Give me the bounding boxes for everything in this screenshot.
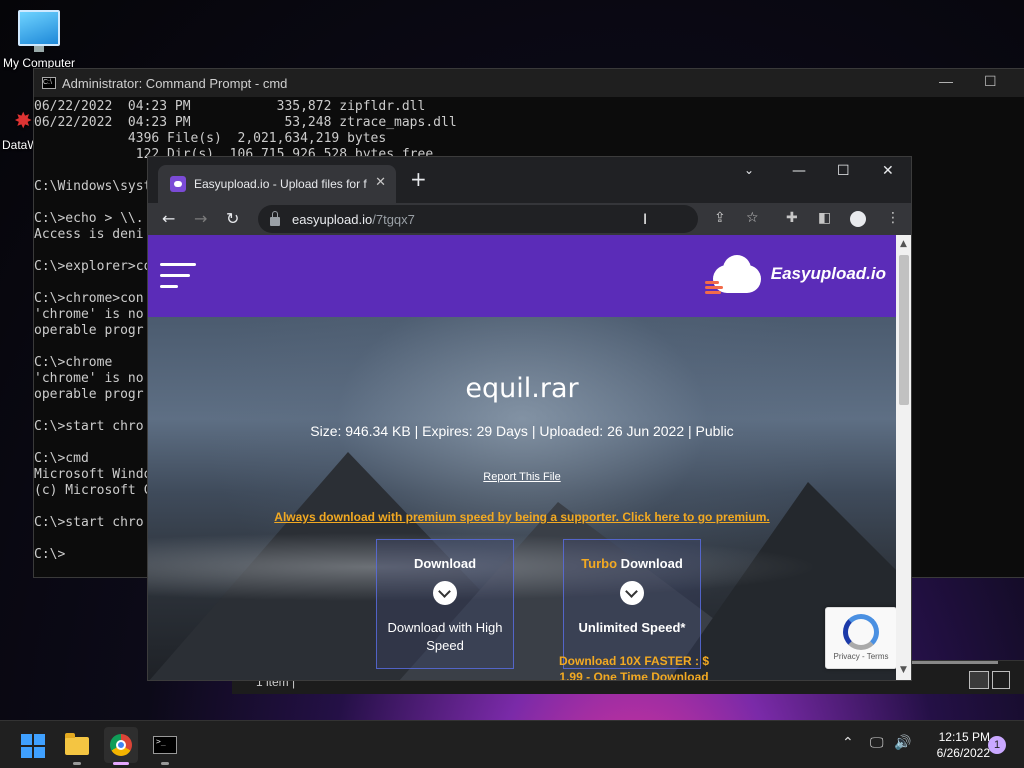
forward-icon[interactable]: → (194, 209, 207, 228)
reload-icon[interactable]: ↻ (226, 209, 239, 228)
running-indicator (73, 762, 81, 765)
chevron-down-icon (620, 581, 644, 605)
network-icon[interactable]: 🖵 (870, 735, 884, 751)
folder-icon (65, 733, 89, 755)
browser-toolbar: ← → ↻ easyupload.io/7tgqx7 I ⇪ ☆ ✚ ◧ ⋮ (148, 203, 911, 235)
chrome-taskbar-button[interactable] (104, 727, 138, 763)
chrome-icon (110, 734, 132, 756)
file-name: equil.rar (465, 373, 579, 404)
active-indicator (113, 762, 129, 765)
large-icons-view-icon[interactable] (992, 671, 1010, 689)
easyupload-favicon (170, 176, 186, 192)
extensions-icon[interactable]: ✚ (786, 210, 798, 226)
report-file-link[interactable]: Report This File (148, 471, 896, 483)
url-path: /7tgqx7 (372, 211, 415, 227)
close-icon[interactable]: ✕ (882, 163, 894, 179)
file-meta: Size: 946.34 KB | Expires: 29 Days | Upl… (310, 423, 734, 439)
recaptcha-icon (843, 614, 879, 650)
recaptcha-badge[interactable]: Privacy - Terms (825, 607, 896, 669)
back-icon[interactable]: ← (162, 209, 175, 228)
profile-icon[interactable] (850, 211, 866, 227)
chevron-down-icon (433, 581, 457, 605)
running-indicator (161, 762, 169, 765)
clock-time: 12:15 PM (938, 730, 990, 744)
computer-icon (18, 10, 60, 52)
my-computer-desktop-icon[interactable]: My Computer (2, 10, 76, 70)
file-explorer-taskbar-button[interactable] (61, 729, 93, 761)
tab-search-icon[interactable]: ⌄ (744, 163, 754, 177)
chrome-window[interactable]: Easyupload.io - Upload files for f ✕ + ⌄… (147, 156, 912, 681)
side-panel-icon[interactable]: ◧ (818, 210, 831, 226)
download-title: Download (413, 556, 477, 571)
bookmark-star-icon[interactable]: ☆ (746, 210, 759, 226)
chevron-up-icon[interactable]: ⌃ (842, 735, 854, 751)
logo-text: Easyupload.io (770, 264, 886, 283)
minimize-icon[interactable]: — (939, 73, 953, 89)
clock-date: 6/26/2022 (936, 746, 990, 760)
tab-title: Easyupload.io - Upload files for f (194, 177, 367, 191)
tab-close-icon[interactable]: ✕ (375, 174, 386, 190)
cmd-title-bar[interactable]: C:\ Administrator: Command Prompt - cmd … (34, 69, 1024, 97)
tab-strip: Easyupload.io - Upload files for f ✕ + ⌄… (148, 157, 911, 203)
recaptcha-links[interactable]: Privacy - Terms (826, 652, 896, 661)
cmd-window-title: Administrator: Command Prompt - cmd (62, 75, 288, 91)
menu-kebab-icon[interactable]: ⋮ (886, 210, 900, 226)
start-button[interactable] (16, 729, 48, 761)
hamburger-menu-icon[interactable] (160, 263, 196, 296)
windows-logo-icon (21, 734, 45, 758)
lock-icon (270, 210, 280, 226)
horizontal-scrollbar[interactable] (912, 661, 998, 664)
url-host: easyupload.io (292, 211, 373, 227)
download-hero: equil.rar Size: 946.34 KB | Expires: 29 … (148, 317, 896, 680)
notification-badge[interactable]: 1 (988, 736, 1006, 754)
details-view-icon[interactable] (969, 671, 989, 689)
address-bar[interactable]: easyupload.io/7tgqx7 (258, 205, 698, 233)
terminal-icon: C:\ (42, 77, 56, 89)
turbo-price-note[interactable]: Download 10X FASTER : $ 1.99 - One Time … (550, 653, 718, 680)
new-tab-icon[interactable]: + (410, 169, 427, 189)
terminal-icon: >_ (153, 736, 177, 754)
easyupload-logo[interactable]: Easyupload.io (703, 251, 886, 297)
system-clock[interactable]: 12:15 PM 6/26/2022 (918, 729, 990, 761)
taskbar: >_ ⌃ 🖵 🔊 12:15 PM 6/26/2022 1 (0, 720, 1024, 768)
turbo-title: Download (617, 556, 683, 571)
cmd-line: 4396 File(s) 2,021,634,219 bytes (34, 131, 387, 146)
turbo-subtitle: Unlimited Speed* (578, 620, 686, 635)
text-cursor-icon: I (643, 212, 648, 228)
turbo-download-button[interactable]: Turbo Download Unlimited Speed* (563, 539, 701, 669)
browser-tab[interactable]: Easyupload.io - Upload files for f ✕ (158, 165, 396, 203)
download-button[interactable]: Download Download with High Speed (376, 539, 514, 669)
cmd-line: 06/22/2022 04:23 PM 335,872 zipfldr.dll (34, 99, 426, 114)
terminal-taskbar-button[interactable]: >_ (149, 729, 181, 761)
page-scrollbar[interactable]: ▲ ▼ (896, 235, 911, 680)
minimize-icon[interactable]: — (792, 163, 806, 179)
scroll-up-icon[interactable]: ▲ (900, 239, 907, 249)
fog-overlay (148, 527, 896, 607)
go-premium-link[interactable]: Always download with premium speed by be… (148, 510, 896, 524)
cloud-logo-icon (703, 251, 765, 297)
turbo-accent: Turbo (581, 556, 618, 571)
scroll-down-icon[interactable]: ▼ (900, 665, 907, 675)
download-subtitle: Download with High Speed (387, 620, 503, 653)
maximize-icon[interactable]: ☐ (984, 73, 997, 90)
scroll-thumb[interactable] (899, 255, 909, 405)
volume-icon[interactable]: 🔊 (894, 735, 911, 751)
cmd-line: 06/22/2022 04:23 PM 53,248 ztrace_maps.d… (34, 115, 457, 130)
page-viewport: Easyupload.io equil.rar Size: 946.34 KB … (148, 235, 896, 680)
site-header: Easyupload.io (148, 235, 896, 317)
share-icon[interactable]: ⇪ (714, 210, 726, 226)
maximize-icon[interactable]: ☐ (837, 163, 850, 179)
